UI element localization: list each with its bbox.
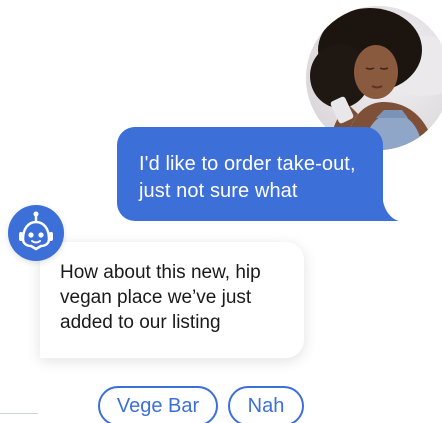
bot-avatar	[8, 205, 64, 261]
user-message-bubble: I'd like to order take-out, just not sur…	[117, 127, 383, 221]
bot-message-bubble: How about this new, hip vegan place we’v…	[40, 242, 304, 358]
divider	[0, 413, 38, 414]
bot-message-line: vegan place we’ve just	[60, 287, 252, 308]
bot-message-line: How about this new, hip	[60, 262, 261, 283]
user-bubble-tail	[383, 201, 399, 221]
bot-message-line: added to our listing	[60, 312, 221, 333]
robot-icon	[19, 211, 53, 251]
user-message-line: I'd like to order take-out,	[139, 153, 356, 175]
quick-reply-vege-bar[interactable]: Vege Bar	[98, 386, 218, 423]
user-message-line: just not sure what	[139, 180, 298, 202]
chat-screen: I'd like to order take-out, just not sur…	[0, 0, 442, 423]
quick-reply-nah[interactable]: Nah	[228, 386, 304, 423]
